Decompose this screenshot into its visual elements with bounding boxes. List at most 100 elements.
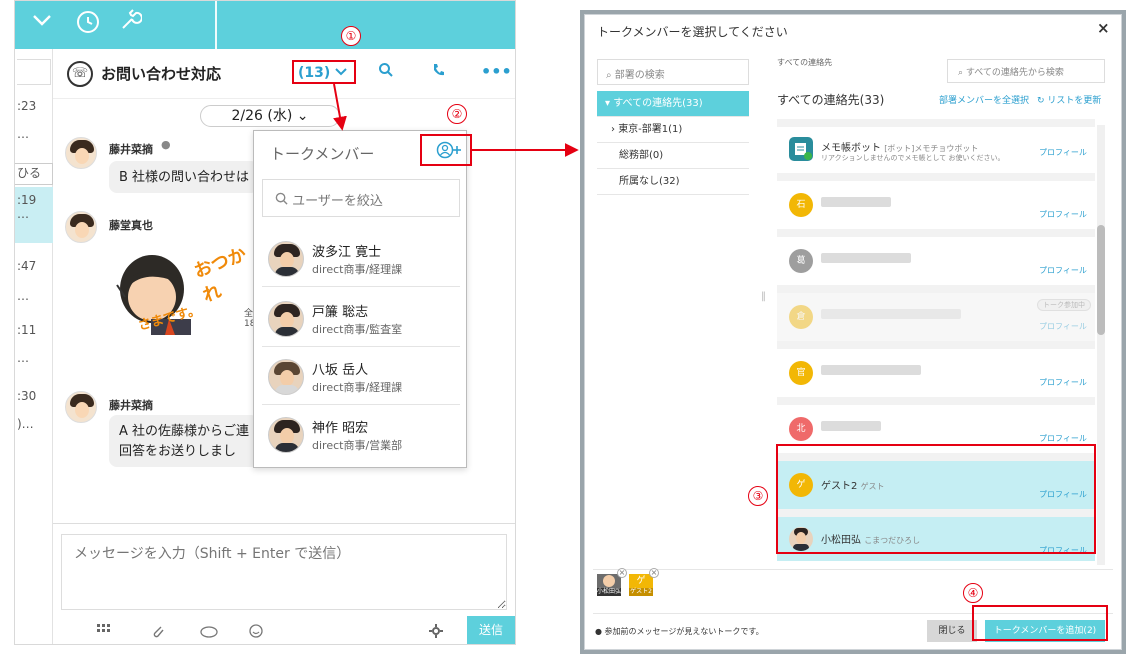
remove-chip-icon[interactable]: × [617, 568, 627, 578]
clock-bubble-icon[interactable] [73, 9, 103, 39]
info-icon: ● [595, 627, 602, 636]
chevron-down-icon: ▾ [605, 98, 611, 109]
talk-list-text: … [17, 289, 29, 303]
member-name: 戸簾 聡志 [312, 305, 369, 320]
scrollbar-thumb[interactable] [1097, 225, 1105, 335]
remove-chip-icon[interactable]: × [649, 568, 659, 578]
contact-row[interactable]: 石 プロフィール [777, 181, 1095, 233]
cloud-attach-icon[interactable] [199, 624, 219, 642]
member-name: 神作 昭宏 [312, 421, 369, 436]
dialog-title: トークメンバーを選択してください [597, 25, 788, 39]
member-item[interactable]: 八坂 岳人 direct商事/経理課 [262, 347, 460, 405]
redacted-name [821, 365, 921, 375]
dept-item-general[interactable]: 総務部(0) [597, 143, 749, 169]
panel-resize-handle[interactable]: ‖ [761, 291, 766, 302]
selected-chip[interactable]: 小松田弘 [597, 574, 621, 596]
contacts-search-placeholder: すべての連絡先から検索 [965, 68, 1064, 78]
close-button[interactable]: 閉じる [927, 620, 977, 642]
search-icon[interactable] [378, 62, 394, 83]
avatar[interactable] [65, 211, 97, 243]
message-sender: 藤井菜摘 [109, 143, 153, 156]
profile-link[interactable]: プロフィール [1039, 265, 1087, 276]
member-item[interactable]: 戸簾 聡志 direct商事/監査室 [262, 289, 460, 347]
select-member-dialog: トークメンバーを選択してください × ⌕ 部署の検索 ▾ すべての連絡先(33)… [584, 14, 1122, 650]
annotation-box-2 [420, 134, 472, 166]
profile-link[interactable]: プロフィール [1039, 321, 1087, 332]
refresh-icon: ↻ [1037, 96, 1045, 106]
talk-list-text: … [17, 127, 29, 141]
department-panel: ⌕ 部署の検索 ▾ すべての連絡先(33) › 東京-部署1(1) 総務部(0)… [593, 57, 749, 205]
date-selector[interactable]: 2/26 (水) ⌄ [200, 105, 340, 127]
contact-initial: 石 [789, 193, 813, 217]
contact-name: メモ帳ボット [ボット]メモチョウボット [821, 139, 978, 154]
talk-list-item[interactable]: ひる [15, 163, 53, 185]
phone-icon[interactable] [431, 62, 447, 83]
close-icon[interactable]: × [1097, 19, 1110, 37]
message-composer: 送信 [53, 523, 515, 644]
member-dept: direct商事/監査室 [312, 323, 403, 336]
talk-list-time: :47 [17, 259, 37, 273]
popup-title: トークメンバー [270, 145, 375, 163]
chip-label: 小松田弘 [597, 588, 622, 596]
contacts-search-input[interactable]: ⌕ すべての連絡先から検索 [947, 59, 1105, 83]
dialog-note: ● 参加前のメッセージが見えないトークです。 [595, 626, 764, 637]
contact-row: 倉 トーク参加中 プロフィール [777, 293, 1095, 345]
chevron-down-icon[interactable] [27, 9, 57, 39]
contact-initial: 倉 [789, 305, 813, 329]
contact-row[interactable]: 官 プロフィール [777, 349, 1095, 401]
profile-link[interactable]: プロフィール [1039, 209, 1087, 220]
avatar[interactable] [65, 137, 97, 169]
more-icon[interactable]: ••• [481, 62, 512, 81]
dept-item-all[interactable]: ▾ すべての連絡先(33) [597, 91, 749, 117]
contact-initial: 葛 [789, 249, 813, 273]
annotation-number: ③ [748, 486, 768, 506]
phone-bubble-icon: ☏ [67, 61, 93, 87]
department-search-input[interactable]: ⌕ 部署の検索 [597, 59, 749, 85]
profile-link[interactable]: プロフィール [1039, 147, 1087, 158]
topbar-divider [215, 1, 217, 49]
member-item[interactable]: 神作 昭宏 direct商事/営業部 [262, 405, 460, 463]
paperclip-icon[interactable] [151, 624, 165, 642]
contact-initial: 官 [789, 361, 813, 385]
wrench-icon[interactable] [115, 9, 145, 39]
department-search-placeholder: 部署の検索 [614, 70, 665, 81]
contact-row[interactable]: メモ帳ボット [ボット]メモチョウボット リアクションしませんのでメモ帳として … [777, 127, 1095, 177]
message-text: 回答をお送りしまし [119, 444, 237, 459]
contact-row[interactable]: 葛 プロフィール [777, 237, 1095, 289]
member-item[interactable]: 波多江 寛士 direct商事/経理課 [262, 229, 460, 287]
send-button[interactable]: 送信 [467, 616, 515, 644]
talk-list-search[interactable] [17, 59, 51, 85]
talk-list-item-active[interactable]: :19 … [15, 187, 53, 243]
contact-list-scrollbar[interactable] [1097, 125, 1105, 565]
select-all-link[interactable]: 部署メンバーを全選択 [939, 93, 1029, 106]
message-sender: 藤井菜摘 [109, 399, 153, 412]
date-label: 2/26 (水) [231, 108, 293, 124]
gear-icon[interactable] [429, 624, 443, 642]
contact-row[interactable] [777, 111, 1095, 123]
avatar[interactable] [65, 391, 97, 423]
search-icon [275, 192, 292, 209]
avatar [603, 575, 615, 587]
dept-item-none[interactable]: 所属なし(32) [597, 169, 749, 195]
dept-label: 東京-部署1(1) [618, 124, 683, 135]
redacted-name [821, 197, 891, 207]
message-input[interactable] [61, 534, 507, 610]
member-filter-placeholder: ユーザーを絞込 [292, 194, 383, 209]
chevron-right-icon: › [611, 124, 615, 135]
grid-icon[interactable] [97, 624, 111, 640]
avatar [268, 359, 304, 395]
sticker-image: おつかれ さまです。 [107, 237, 257, 337]
selected-chip[interactable]: ゲ ゲスト2 [629, 574, 653, 596]
annotation-number: ① [341, 26, 361, 46]
contact-tag: [ボット]メモチョウボット [884, 144, 979, 153]
read-label: 全 [244, 309, 254, 319]
dept-item-tokyo[interactable]: › 東京-部署1(1) [597, 117, 749, 143]
member-dept: direct商事/経理課 [312, 381, 403, 394]
profile-link[interactable]: プロフィール [1039, 433, 1087, 444]
smiley-icon[interactable] [249, 624, 263, 642]
member-filter-input[interactable]: ユーザーを絞込 [262, 179, 460, 217]
message-bubble: A 社の佐藤様からご連 回答をお送りしまし [109, 415, 259, 467]
profile-link[interactable]: プロフィール [1039, 377, 1087, 388]
refresh-list-link[interactable]: ↻ リストを更新 [1037, 93, 1101, 106]
contact-description: リアクションしませんのでメモ帳として お使いください。 [821, 154, 1005, 162]
